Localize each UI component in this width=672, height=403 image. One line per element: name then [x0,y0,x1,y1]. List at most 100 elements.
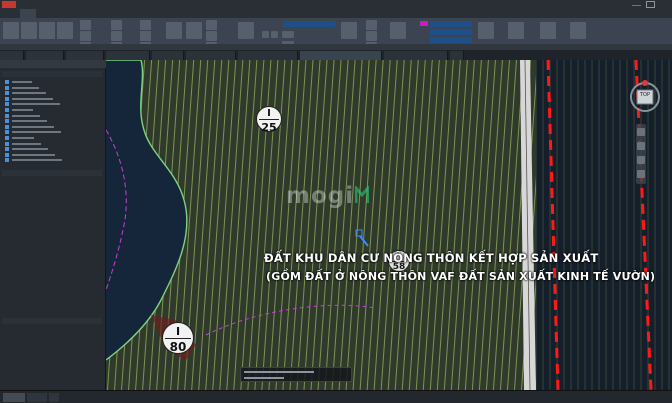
backup-file-item[interactable] [3,141,103,146]
polyline-tool-icon[interactable] [21,22,37,39]
edit-block-icon[interactable] [366,31,377,41]
backup-file-item[interactable] [3,129,103,135]
layer-freeze-icon[interactable] [262,31,269,38]
fillet-tool-icon[interactable] [140,31,151,41]
new-tab-button[interactable] [450,51,464,60]
trim-tool-icon[interactable] [140,20,151,30]
backup-file-item[interactable] [3,90,103,96]
circle-tool-icon[interactable] [39,22,55,39]
match-properties-icon[interactable] [390,22,406,39]
tab-output[interactable] [136,9,150,18]
tab-collaborate[interactable] [174,9,196,18]
backup-file-item[interactable] [3,96,103,101]
drawing-file-icon [5,119,9,124]
measure-tool-icon[interactable] [508,22,524,39]
document-tab-bar [0,50,672,60]
mirror-tool-icon[interactable] [111,31,122,41]
backup-file-item[interactable] [3,101,103,107]
base-view-icon[interactable] [570,22,586,39]
backup-file-item[interactable] [3,85,103,90]
tab-home[interactable] [20,9,36,18]
line-tool-icon[interactable] [3,22,19,39]
backup-file-item[interactable] [3,152,103,157]
backup-file-item[interactable] [3,107,103,112]
move-tool-icon[interactable] [80,20,91,30]
layer-lock-icon[interactable] [271,31,278,38]
document-tab-5[interactable] [186,51,236,60]
drawing-file-icon [5,147,9,152]
layer-properties-icon[interactable] [238,22,254,39]
backup-file-name [12,86,39,89]
rotate-tool-icon[interactable] [111,20,122,30]
north-indicator-icon [642,80,648,86]
command-line[interactable] [240,367,352,382]
preview-section-header[interactable] [2,318,102,324]
parcel-number: 80 [169,340,187,354]
document-tab-8[interactable] [384,51,448,60]
make-current-icon[interactable] [282,31,294,38]
tab-parametric[interactable] [78,9,96,18]
layout1-tab[interactable] [27,393,47,402]
lineweight-dropdown[interactable] [430,37,472,43]
insert-block-icon[interactable] [341,22,357,39]
layer-dropdown[interactable] [283,21,335,27]
backup-file-item[interactable] [3,135,103,140]
backup-file-item[interactable] [3,157,103,163]
backup-file-name [12,109,33,111]
document-tab-2[interactable] [66,51,104,60]
zoom-icon[interactable] [637,156,645,164]
backup-file-name [12,120,47,123]
full-navigation-wheel-icon[interactable] [637,128,645,136]
tab-annotate[interactable] [58,9,74,18]
command-input[interactable] [244,377,284,379]
copy-tool-icon[interactable] [80,31,91,41]
backup-file-item[interactable] [3,146,103,152]
text-tool-icon[interactable] [166,22,182,39]
details-section-header[interactable] [2,170,102,176]
group-tool-icon[interactable] [478,22,494,39]
create-block-icon[interactable] [366,20,377,30]
model-tab[interactable] [3,393,25,402]
tab-insert[interactable] [40,9,54,18]
backup-file-item[interactable] [3,113,103,118]
backup-file-name [12,131,61,134]
tab-featured-apps[interactable] [228,9,254,18]
backup-file-item[interactable] [3,124,103,129]
drawing-file-icon [5,91,9,96]
dimension-tool-icon[interactable] [186,22,202,39]
backup-file-name [12,148,48,151]
backup-files-header[interactable] [2,71,102,77]
tab-manage[interactable] [116,9,132,18]
add-layout-button[interactable] [49,393,59,402]
document-tab-active[interactable] [300,51,382,60]
document-tab-3[interactable] [106,51,150,60]
drawing-file-icon [5,113,9,118]
orbit-icon[interactable] [637,170,645,178]
tab-addins[interactable] [154,9,170,18]
start-tab[interactable] [0,51,24,60]
linetype-dropdown[interactable] [430,29,472,35]
tab-express-tools[interactable] [200,9,224,18]
drawing-recovery-manager-panel [0,60,106,390]
backup-file-item[interactable] [3,118,103,124]
arc-tool-icon[interactable] [57,22,73,39]
color-dropdown[interactable] [430,21,472,27]
viewcube[interactable]: TOP [628,70,662,118]
autocad-logo-icon[interactable] [2,1,16,8]
linear-dim-icon[interactable] [206,20,217,30]
leader-tool-icon[interactable] [206,31,217,41]
paste-tool-icon[interactable] [540,22,556,39]
document-tab-6[interactable] [238,51,298,60]
pan-icon[interactable] [637,142,645,150]
mogi-logo-mark-icon [355,186,369,203]
document-tab-4[interactable] [152,51,184,60]
command-history [244,371,314,373]
document-tab-1[interactable] [26,51,64,60]
maximize-icon[interactable] [646,1,655,8]
backup-file-name [12,114,40,117]
tab-view[interactable] [100,9,112,18]
backup-file-item[interactable] [3,79,103,84]
close-icon[interactable] [660,1,669,17]
backup-file-name [12,159,62,162]
minimize-icon[interactable] [632,5,641,6]
